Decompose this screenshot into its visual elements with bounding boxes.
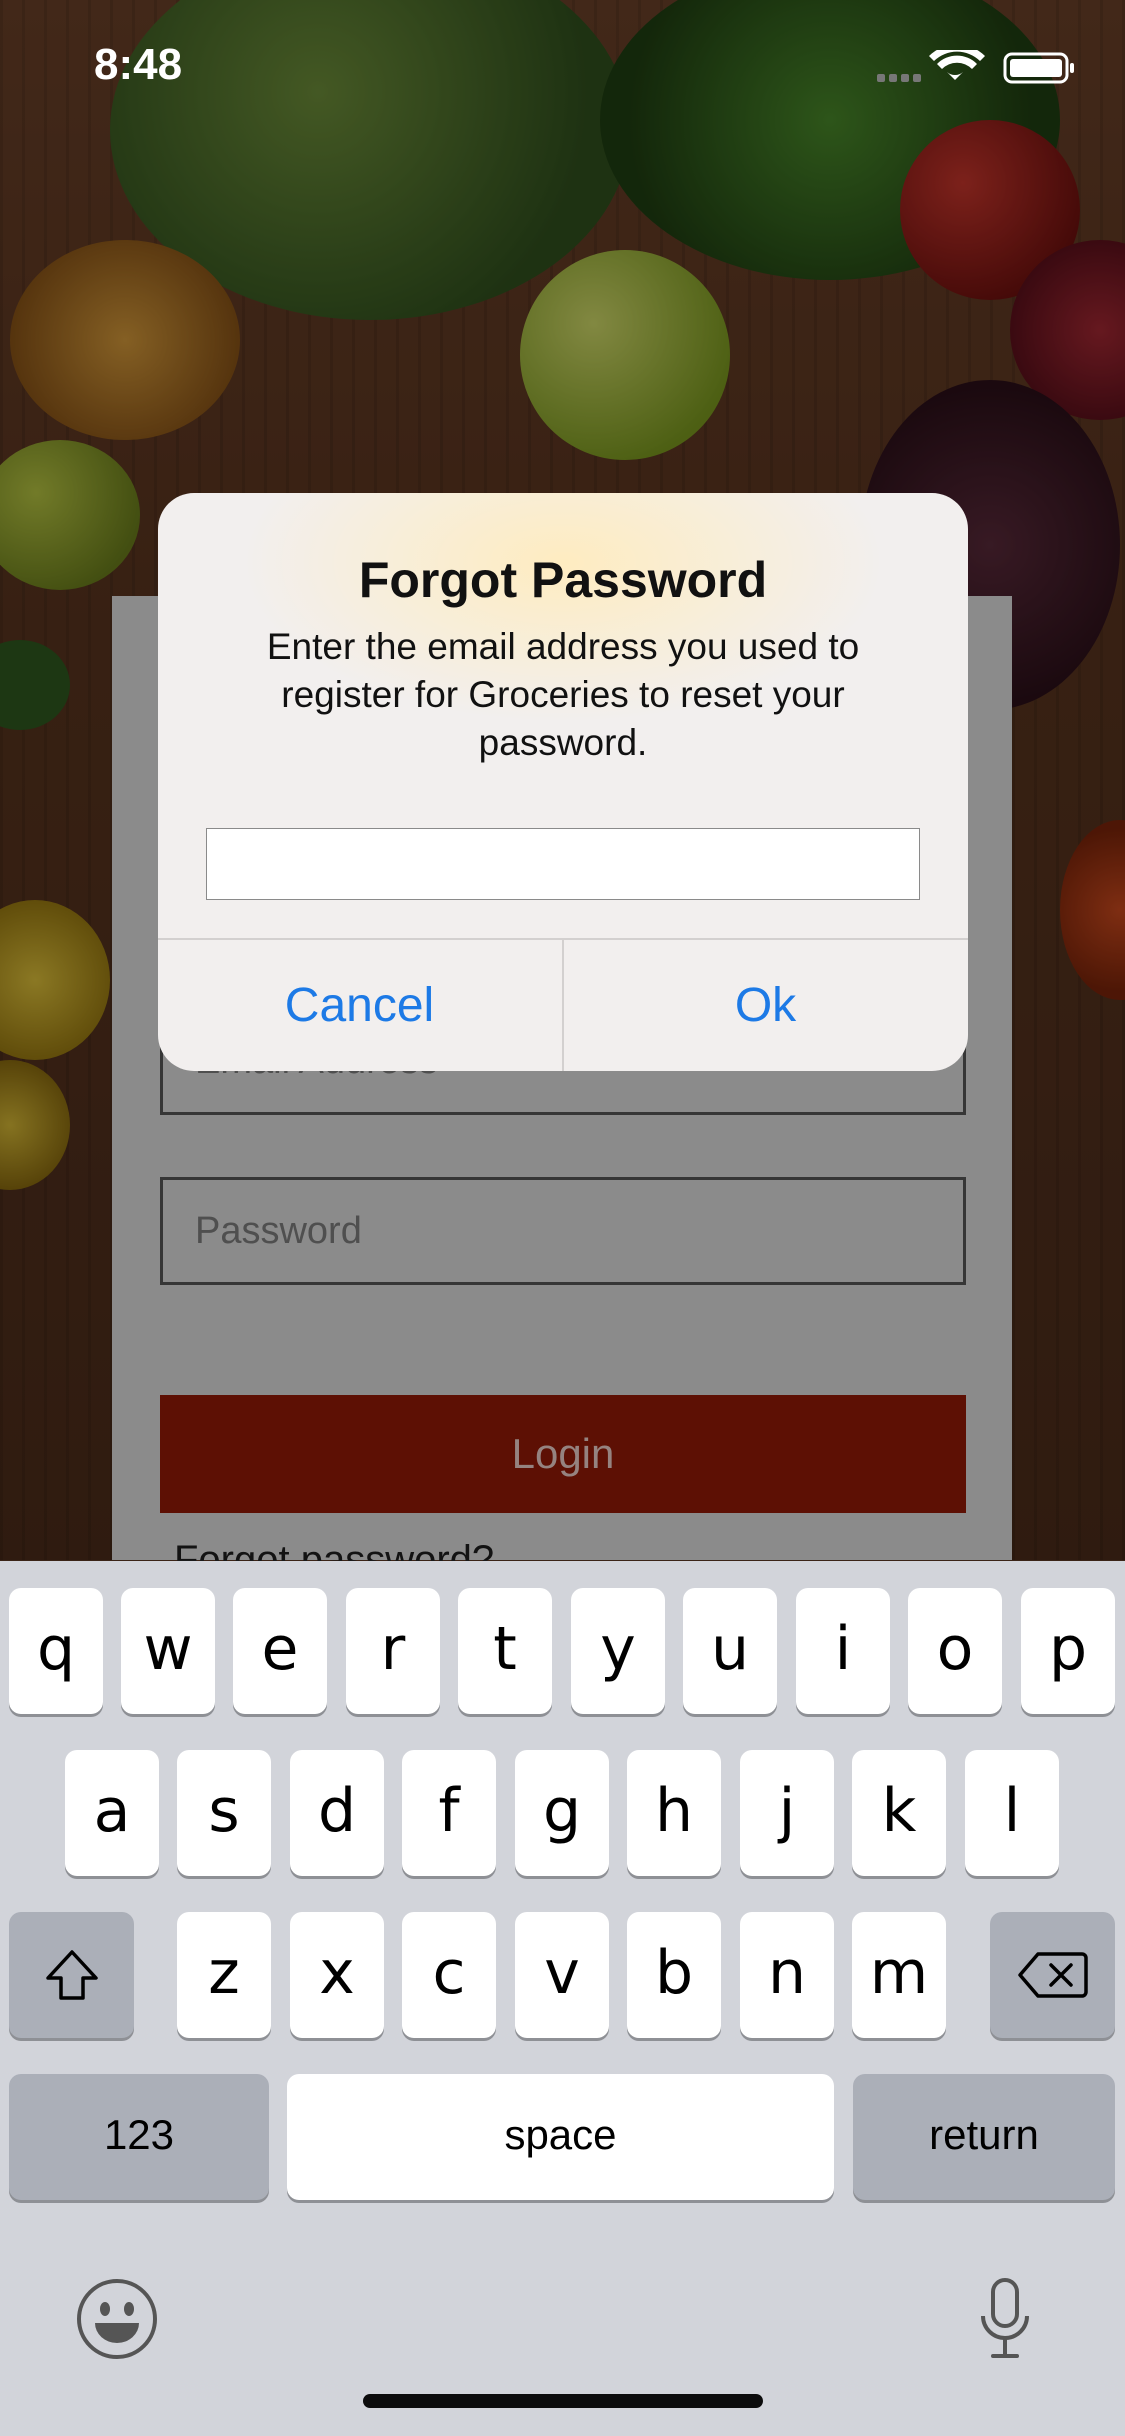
delete-key[interactable] [990,1912,1115,2038]
keyboard: q w e r t y u i o p a s d f g h j k l z … [0,1561,1125,2436]
space-key[interactable]: space [287,2074,834,2200]
key-u[interactable]: u [683,1588,777,1714]
key-q[interactable]: q [9,1588,103,1714]
key-l[interactable]: l [965,1750,1059,1876]
return-key[interactable]: return [853,2074,1115,2200]
key-w[interactable]: w [121,1588,215,1714]
key-c[interactable]: c [402,1912,496,2038]
key-t[interactable]: t [458,1588,552,1714]
key-o[interactable]: o [908,1588,1002,1714]
key-s[interactable]: s [177,1750,271,1876]
key-p[interactable]: p [1021,1588,1115,1714]
delete-icon [1017,1952,1088,1998]
alert-message: Enter the email address you used to regi… [266,626,860,763]
key-z[interactable]: z [177,1912,271,2038]
shift-key[interactable] [9,1912,134,2038]
key-r[interactable]: r [346,1588,440,1714]
key-i[interactable]: i [796,1588,890,1714]
key-g[interactable]: g [515,1750,609,1876]
key-f[interactable]: f [402,1750,496,1876]
key-h[interactable]: h [627,1750,721,1876]
cancel-button[interactable]: Cancel [158,940,561,1071]
numbers-key[interactable]: 123 [9,2074,269,2200]
status-icons [877,44,1077,86]
forgot-password-alert: Forgot Password Enter the email address … [158,493,968,1071]
key-y[interactable]: y [571,1588,665,1714]
alert-title: Forgot Password [358,552,768,608]
key-k[interactable]: k [852,1750,946,1876]
key-x[interactable]: x [290,1912,384,2038]
wifi-icon [929,44,985,80]
ok-button[interactable]: Ok [564,940,967,1071]
key-b[interactable]: b [627,1912,721,2038]
key-e[interactable]: e [233,1588,327,1714]
emoji-icon [77,2279,157,2359]
microphone-icon [981,2278,1029,2358]
battery-icon [1003,52,1074,84]
email-input[interactable] [206,828,920,900]
key-j[interactable]: j [740,1750,834,1876]
key-a[interactable]: a [65,1750,159,1876]
key-n[interactable]: n [740,1912,834,2038]
emoji-button[interactable] [74,2276,160,2362]
home-indicator [363,2394,763,2408]
key-d[interactable]: d [290,1750,384,1876]
signal-icon [877,74,921,82]
key-m[interactable]: m [852,1912,946,2038]
dictation-button[interactable] [975,2276,1035,2362]
key-v[interactable]: v [515,1912,609,2038]
status-time: 8:48 [94,40,183,89]
shift-icon [45,1950,98,2000]
